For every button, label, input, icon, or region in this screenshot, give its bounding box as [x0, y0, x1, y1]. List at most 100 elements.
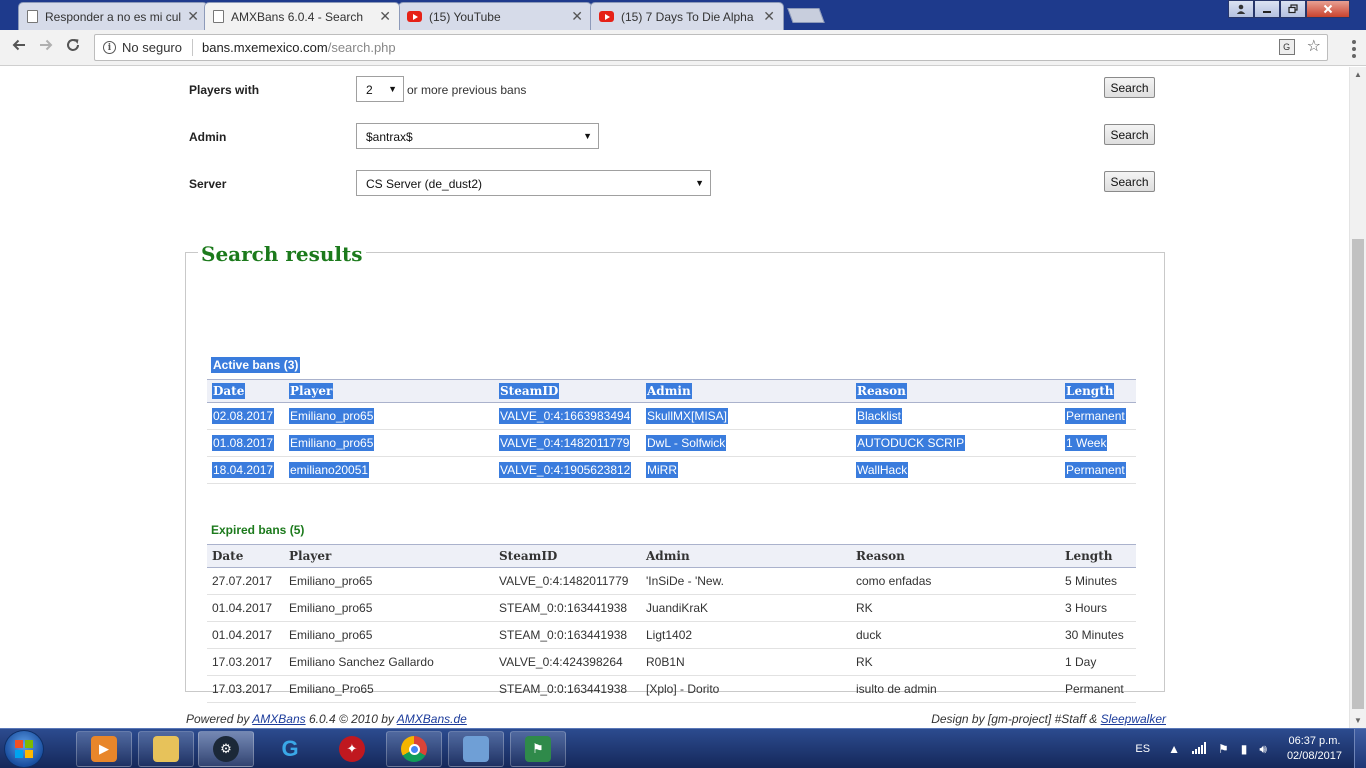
scrollbar-thumb[interactable]: [1352, 239, 1364, 709]
logitech-icon[interactable]: G: [262, 731, 318, 767]
cell-reason: RK: [851, 594, 1060, 622]
cell-admin: [Xplo] - Dorito: [641, 675, 851, 703]
app-red-icon[interactable]: ✦: [324, 731, 380, 767]
cell-player: Emiliano Sanchez Gallardo: [284, 648, 494, 676]
expired-bans-title: Expired bans (5): [211, 523, 305, 537]
media-player-icon[interactable]: ▶: [76, 731, 132, 767]
reload-button[interactable]: [62, 37, 84, 57]
dropdown-arrow-icon: ▼: [695, 178, 704, 188]
close-icon[interactable]: ✕: [763, 8, 775, 25]
cell-player: Emiliano_pro65: [284, 594, 494, 622]
table-row[interactable]: 02.08.2017 Emiliano_pro65 VALVE_0:4:166398…: [207, 402, 1136, 430]
page-scrollbar[interactable]: ▲ ▼: [1349, 67, 1366, 728]
cell-date: 27.07.2017: [207, 567, 284, 595]
user-icon[interactable]: [1228, 0, 1254, 18]
search-button-server[interactable]: Search: [1104, 171, 1155, 192]
back-button[interactable]: [8, 37, 30, 57]
browser-toolbar: i No seguro bans.mxemexico.com/search.ph…: [0, 30, 1366, 66]
info-icon[interactable]: i: [103, 41, 116, 54]
file-explorer-icon[interactable]: [138, 731, 194, 767]
language-indicator[interactable]: ES: [1135, 743, 1150, 755]
close-window-button[interactable]: [1306, 0, 1350, 18]
start-button[interactable]: [4, 730, 44, 768]
bookmark-star-icon[interactable]: ☆: [1307, 39, 1321, 55]
filter-label: Admin: [189, 130, 227, 144]
table-row[interactable]: 01.08.2017 Emiliano_pro65 VALVE_0:4:148201…: [207, 429, 1136, 457]
table-row[interactable]: 01.04.2017 Emiliano_pro65 STEAM_0:0:163441…: [207, 594, 1136, 622]
table-row[interactable]: 17.03.2017 Emiliano_Pro65 STEAM_0:0:163441…: [207, 675, 1136, 703]
browser-menu-icon[interactable]: [1352, 40, 1356, 58]
chrome-icon[interactable]: [386, 731, 442, 767]
dropdown-arrow-icon: ▼: [388, 84, 397, 94]
close-icon[interactable]: ✕: [187, 8, 199, 25]
sleepwalker-link[interactable]: Sleepwalker: [1101, 712, 1166, 726]
column-header-length: Length: [1060, 379, 1136, 403]
people-icon[interactable]: ⚑: [510, 731, 566, 767]
scroll-down-icon[interactable]: ▼: [1354, 716, 1362, 725]
tab-title: Responder a no es mi cul: [45, 9, 182, 24]
close-icon[interactable]: ✕: [379, 8, 391, 25]
forward-button[interactable]: [35, 37, 57, 57]
search-button-players[interactable]: Search: [1104, 77, 1155, 98]
cell-steamid: STEAM_0:0:163441938: [494, 621, 641, 649]
show-desktop-button[interactable]: [1354, 729, 1366, 768]
table-row[interactable]: 18.04.2017 emiliano20051 VALVE_0:4:1905623…: [207, 456, 1136, 484]
browser-tab-4[interactable]: (15) 7 Days To Die Alpha ✕: [590, 2, 784, 30]
cell-date: 02.08.2017: [207, 402, 284, 430]
filter-suffix: or more previous bans: [407, 83, 527, 97]
new-tab-button[interactable]: [787, 8, 825, 23]
table-row[interactable]: 27.07.2017 Emiliano_pro65 VALVE_0:4:148201…: [207, 567, 1136, 595]
column-header-date: Date: [207, 379, 284, 403]
url-host: bans.mxemexico.com: [201, 40, 328, 55]
browser-tab-1[interactable]: Responder a no es mi cul ✕: [18, 2, 208, 30]
windows-taskbar: ▶ ⚙ G ✦ ⚑ ES ▲ ⚑ ▮ 🔊︎ 06:37 p.m. 02/08/2…: [0, 728, 1366, 768]
cell-length: 3 Hours: [1060, 594, 1136, 622]
restore-button[interactable]: [1280, 0, 1306, 18]
cell-length: 1 Day: [1060, 648, 1136, 676]
server-select[interactable]: CS Server (de_dust2) ▼: [356, 170, 711, 196]
filter-server: Server CS Server (de_dust2) ▼ Search: [189, 170, 1155, 198]
clock-time: 06:37 p.m.: [1288, 735, 1341, 747]
volume-icon[interactable]: 🔊︎: [1259, 742, 1267, 757]
column-header-player: Player: [284, 544, 494, 568]
bans-count-select[interactable]: 2 ▼: [356, 76, 404, 102]
search-button-admin[interactable]: Search: [1104, 124, 1155, 145]
amxbans-link[interactable]: AMXBans: [252, 712, 305, 726]
select-value: 2: [366, 83, 373, 97]
flag-icon[interactable]: ⚑: [1218, 742, 1229, 756]
table-row[interactable]: 17.03.2017 Emiliano Sanchez Gallardo VALVE…: [207, 648, 1136, 676]
control-panel-icon[interactable]: [448, 731, 504, 767]
column-header-reason: Reason: [851, 544, 1060, 568]
column-header-steamid: SteamID: [494, 379, 641, 403]
document-icon: [27, 10, 38, 23]
network-icon[interactable]: [1192, 741, 1206, 757]
table-header-row: Date Player SteamID Admin Reason Length: [207, 379, 1136, 403]
cell-steamid: VALVE_0:4:1482011779: [494, 429, 641, 457]
translate-icon[interactable]: G: [1278, 39, 1295, 55]
tab-title: (15) 7 Days To Die Alpha: [621, 9, 754, 24]
browser-tab-3[interactable]: (15) YouTube ✕: [398, 2, 592, 30]
filter-label: Players with: [189, 83, 260, 97]
windows-logo-icon: [15, 740, 33, 758]
minimize-button[interactable]: [1254, 0, 1280, 18]
cell-reason: WallHack: [851, 456, 1060, 484]
tab-title: (15) YouTube: [429, 9, 501, 24]
close-icon[interactable]: ✕: [571, 8, 583, 25]
admin-select[interactable]: $antrax$ ▼: [356, 123, 599, 149]
active-bans-table: Date Player SteamID Admin Reason Length 02.08…: [207, 379, 1136, 484]
steam-icon[interactable]: ⚙: [198, 731, 254, 767]
scroll-up-icon[interactable]: ▲: [1354, 70, 1362, 79]
tab-title: AMXBans 6.0.4 - Search: [231, 9, 364, 24]
table-row[interactable]: 01.04.2017 Emiliano_pro65 STEAM_0:0:163441…: [207, 621, 1136, 649]
cell-length: 1 Week: [1060, 429, 1136, 457]
cell-length: 30 Minutes: [1060, 621, 1136, 649]
cell-reason: Blacklist: [851, 402, 1060, 430]
browser-tab-2[interactable]: AMXBans 6.0.4 - Search ✕: [204, 2, 400, 30]
address-bar[interactable]: i No seguro bans.mxemexico.com/search.ph…: [94, 34, 1328, 61]
power-icon[interactable]: ▮: [1241, 742, 1248, 756]
document-icon: [213, 10, 224, 23]
amxbans-de-link[interactable]: AMXBans.de: [397, 712, 467, 726]
select-value: $antrax$: [366, 130, 413, 144]
system-clock[interactable]: 06:37 p.m. 02/08/2017: [1287, 734, 1342, 764]
tray-expand-icon[interactable]: ▲: [1168, 742, 1180, 756]
